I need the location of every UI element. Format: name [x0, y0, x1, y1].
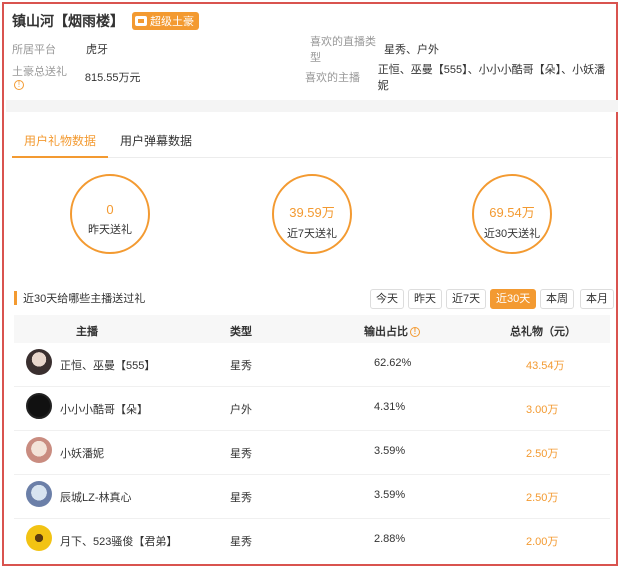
range-this-week[interactable]: 本周	[540, 289, 574, 309]
platform-label: 所居平台	[12, 44, 56, 56]
host-type: 星秀	[230, 448, 252, 460]
fav-hosts-value: 正恒、巫曼【555】、小小小酷哥【朵】、小妖潘妮	[377, 64, 606, 92]
col-host: 主播	[76, 326, 98, 338]
range-yesterday[interactable]: 昨天	[408, 289, 442, 309]
stat-30days: 69.54万 近30天送礼	[472, 174, 552, 254]
avatar	[26, 393, 52, 419]
host-type: 星秀	[230, 360, 252, 372]
host-gift: 2.50万	[526, 448, 559, 460]
info-icon: !	[14, 80, 24, 91]
range-7days[interactable]: 近7天	[446, 289, 487, 309]
range-30days[interactable]: 近30天	[490, 289, 537, 309]
profile-header: 镇山河【烟雨楼】 超级土豪	[12, 10, 199, 32]
host-name: 辰城LZ-林真心	[60, 492, 132, 504]
stat-label: 近30天送礼	[483, 228, 541, 240]
platform-value: 虎牙	[86, 44, 108, 56]
stat-7days: 39.59万 近7天送礼	[272, 174, 352, 254]
stat-label: 昨天送礼	[88, 224, 132, 236]
table-header: 主播 类型 输出占比! 总礼物（元）	[14, 315, 610, 343]
range-this-month[interactable]: 本月	[580, 289, 614, 309]
host-gift: 2.00万	[526, 536, 559, 548]
host-name: 小小小酷哥【朵】	[60, 404, 148, 416]
section-divider	[6, 100, 618, 112]
table-row[interactable]: 正恒、巫曼【555】 星秀 62.62% 43.54万	[14, 343, 610, 387]
total-gift-value: 815.55万元	[84, 72, 141, 84]
host-ratio: 3.59%	[374, 489, 406, 501]
total-gift-label-text: 土豪总送礼	[12, 66, 67, 78]
info-row-2: 土豪总送礼! 815.55万元 喜欢的主播 正恒、巫曼【555】、小小小酷哥【朵…	[12, 63, 612, 92]
user-title: 镇山河【烟雨楼】	[12, 13, 124, 29]
info-row-1: 所居平台 虎牙 喜欢的直播类型 星秀、户外	[12, 36, 612, 64]
avatar	[26, 437, 52, 463]
host-gift: 43.54万	[526, 360, 565, 372]
fav-types-label: 喜欢的直播类型	[310, 36, 376, 64]
stat-value: 39.59万	[289, 205, 335, 220]
stat-value: 0	[106, 202, 114, 217]
avatar	[26, 525, 52, 551]
avatar	[26, 481, 52, 507]
col-type: 类型	[230, 326, 252, 338]
host-name: 月下、523骚俊【君弟】	[60, 536, 178, 548]
host-name: 正恒、巫曼【555】	[60, 360, 156, 372]
col-ratio-text: 输出占比	[364, 326, 408, 338]
fav-types-value: 星秀、户外	[384, 44, 439, 56]
avatar	[26, 349, 52, 375]
info-icon: !	[410, 327, 420, 338]
host-name: 小妖潘妮	[60, 448, 104, 460]
total-gift-label: 土豪总送礼!	[12, 63, 79, 91]
stat-yesterday: 0 昨天送礼	[70, 174, 150, 254]
host-gift: 2.50万	[526, 492, 559, 504]
host-type: 户外	[230, 404, 252, 416]
rank-badge: 超级土豪	[132, 12, 199, 30]
crown-icon	[135, 16, 147, 26]
stat-value: 69.54万	[489, 205, 535, 220]
col-ratio: 输出占比!	[364, 323, 420, 339]
host-type: 星秀	[230, 536, 252, 548]
table-row[interactable]: 月下、523骚俊【君弟】 星秀 2.88% 2.00万	[14, 519, 610, 563]
host-gift: 3.00万	[526, 404, 559, 416]
host-type: 星秀	[230, 492, 252, 504]
stat-label: 近7天送礼	[286, 228, 338, 240]
host-ratio: 4.31%	[374, 401, 406, 413]
host-ratio: 2.88%	[374, 533, 406, 545]
table-row[interactable]: 小小小酷哥【朵】 户外 4.31% 3.00万	[14, 387, 610, 431]
table-row[interactable]: 辰城LZ-林真心 星秀 3.59% 2.50万	[14, 475, 610, 519]
rank-badge-label: 超级土豪	[150, 16, 194, 28]
host-ratio: 62.62%	[374, 357, 412, 369]
fav-hosts-label: 喜欢的主播	[304, 72, 360, 84]
profile-panel: 镇山河【烟雨楼】 超级土豪 所居平台 虎牙 喜欢的直播类型 星秀、户外 土豪总送…	[2, 2, 618, 566]
table-row[interactable]: 小妖潘妮 星秀 3.59% 2.50万	[14, 431, 610, 475]
data-tabs: 用户礼物数据 用户弹幕数据	[12, 124, 612, 158]
host-ratio: 3.59%	[374, 445, 406, 457]
col-gift: 总礼物（元）	[510, 326, 576, 338]
section-title: 近30天给哪些主播送过礼	[14, 290, 145, 306]
range-today[interactable]: 今天	[370, 289, 404, 309]
tab-danmaku-data[interactable]: 用户弹幕数据	[108, 124, 204, 158]
tab-gift-data[interactable]: 用户礼物数据	[12, 124, 109, 158]
